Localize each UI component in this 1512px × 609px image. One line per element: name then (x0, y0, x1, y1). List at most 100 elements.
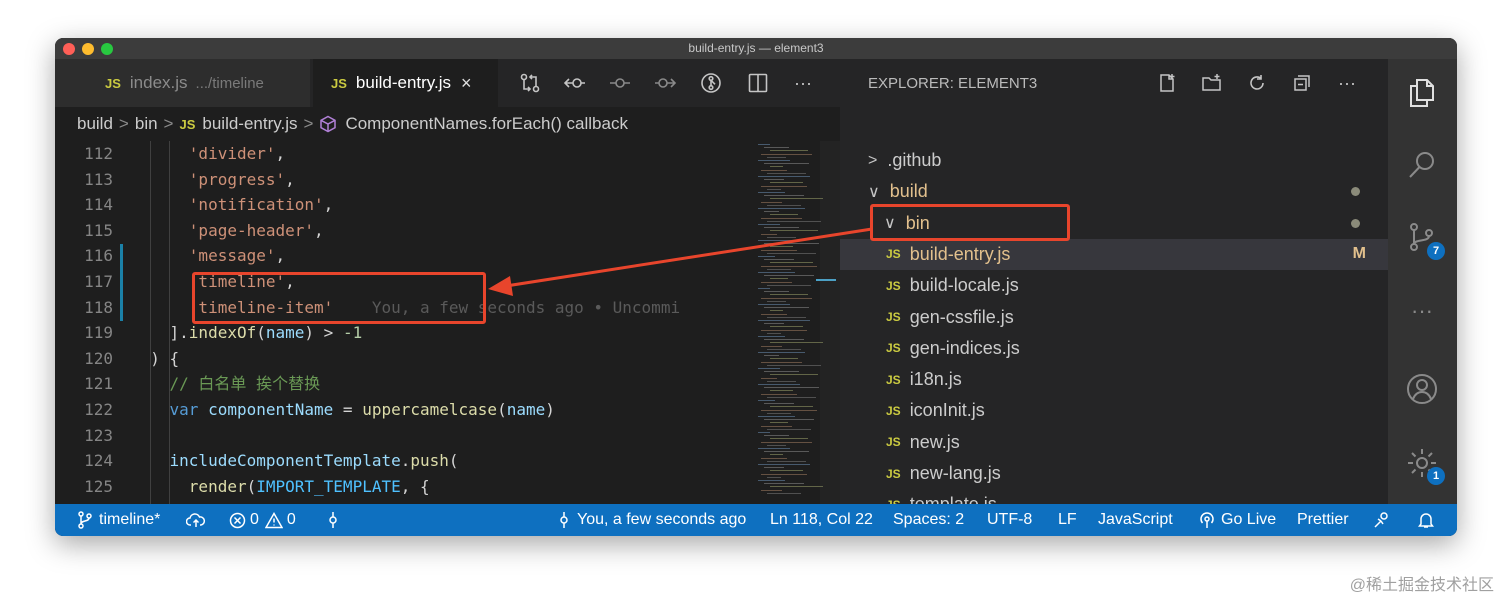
tree-file[interactable]: JS build-locale.js (840, 270, 1388, 301)
tree-folder[interactable]: ∨ build (840, 176, 1388, 207)
editor-scrollbar[interactable] (820, 141, 840, 504)
line-content: ) { (131, 346, 179, 372)
line-number: 123 (84, 425, 113, 445)
js-file-icon: JS (179, 116, 196, 132)
compare-changes-icon[interactable] (515, 59, 545, 107)
tree-item-label: .github (887, 150, 942, 170)
breadcrumb-item-bin[interactable]: bin (135, 114, 158, 134)
tab-close-icon[interactable]: × (461, 73, 472, 94)
problems-indicator[interactable]: 0 0 (229, 504, 296, 536)
language-mode[interactable]: JavaScript (1098, 504, 1173, 536)
minimap-line (761, 489, 782, 491)
breadcrumb-item-file[interactable]: build-entry.js (202, 114, 297, 134)
encoding[interactable]: UTF-8 (987, 504, 1032, 536)
more-actions-icon[interactable]: ··· (788, 59, 818, 107)
branch-indicator[interactable]: timeline* (77, 504, 160, 536)
minimap-line (761, 169, 787, 171)
more-icon[interactable]: ··· (1333, 69, 1361, 97)
account-icon[interactable] (1402, 369, 1442, 409)
code-highlight-box (192, 272, 486, 324)
code-line: 125 render(IMPORT_TEMPLATE, { (55, 474, 750, 500)
line-number: 124 (84, 451, 113, 471)
search-icon[interactable] (1402, 145, 1442, 185)
warning-icon (264, 511, 283, 528)
refresh-icon[interactable] (1243, 69, 1271, 97)
token-num: -1 (342, 323, 363, 343)
activity-bar: 7 ··· 1 (1388, 59, 1457, 504)
line-content: render(IMPORT_TEMPLATE, { (131, 474, 430, 500)
tree-file[interactable]: JS gen-indices.js (840, 333, 1388, 364)
minimap-line (770, 198, 823, 200)
tab-build-entry-js[interactable]: JS build-entry.js × (313, 59, 498, 107)
minimap-line (761, 249, 797, 251)
go-live-button[interactable]: Go Live (1198, 504, 1276, 536)
minimap-line (761, 281, 792, 283)
line-content: // 白名单 挨个替换 (131, 371, 321, 397)
minimap-line (758, 224, 780, 225)
line-ending[interactable]: LF (1058, 504, 1077, 536)
explorer-icon[interactable] (1402, 73, 1442, 113)
line-number: 113 (84, 169, 113, 189)
token-str: 'message' (188, 246, 276, 266)
tree-file[interactable]: JS i18n.js (840, 364, 1388, 395)
minimap-line (767, 444, 786, 446)
minimap-line (758, 160, 790, 161)
minimap-line (767, 252, 816, 254)
previous-change-icon[interactable] (560, 59, 590, 107)
commit-icon[interactable] (326, 504, 340, 536)
tree-file[interactable]: JS gen-cssfile.js (840, 302, 1388, 333)
new-folder-icon[interactable] (1198, 69, 1226, 97)
notifications-icon[interactable] (1417, 504, 1435, 536)
split-editor-icon[interactable] (743, 59, 773, 107)
line-content: includeComponentTemplate.push( (131, 448, 459, 474)
token-a: ) { (150, 348, 180, 368)
minimap-line (764, 147, 789, 149)
minimap-line (758, 432, 770, 433)
git-lens-icon[interactable] (696, 59, 726, 107)
symbol-cube-icon (319, 115, 337, 133)
next-change-icon[interactable] (650, 59, 680, 107)
token-kw: var (169, 400, 199, 419)
minimap-line (767, 412, 791, 414)
breadcrumb-item-symbol[interactable]: ComponentNames.forEach() callback (345, 114, 628, 134)
tree-item-label: new.js (909, 431, 960, 452)
prettier-indicator[interactable]: Prettier (1297, 504, 1349, 536)
minimap-line (761, 377, 777, 379)
minimap-line (764, 323, 784, 325)
minimap-line (761, 457, 787, 459)
token-e: , { (400, 476, 430, 496)
indentation[interactable]: Spaces: 2 (893, 504, 964, 536)
sync-icon[interactable] (186, 504, 206, 536)
minimap-line (758, 336, 785, 337)
minimap-line (764, 419, 814, 421)
new-file-icon[interactable] (1153, 69, 1181, 97)
js-file-icon: JS (886, 372, 901, 387)
line-number: 118 (84, 297, 113, 317)
minimap-line (758, 176, 810, 177)
tree-file[interactable]: JS new-lang.js (840, 458, 1388, 489)
feedback-icon[interactable] (1373, 504, 1391, 536)
tree-file[interactable]: JS build-entry.js M (840, 238, 1388, 270)
breadcrumb-item-build[interactable]: build (77, 114, 113, 134)
tree-file[interactable]: JS iconInit.js (840, 395, 1388, 426)
tree-file[interactable]: JS new.js (840, 427, 1388, 458)
minimap-line (767, 460, 806, 462)
token-ind (131, 477, 189, 496)
minimap-line (761, 345, 782, 347)
collapse-all-icon[interactable] (1288, 69, 1316, 97)
token-ind (131, 170, 189, 189)
tab-index-js[interactable]: JS index.js .../timeline (55, 59, 310, 107)
tab-description: .../timeline (195, 74, 264, 92)
token-ind (131, 374, 170, 393)
status-bar: timeline* 0 0 You, a few seconds ago Ln … (55, 504, 1457, 536)
minimap-line (767, 284, 811, 286)
minimap-line (764, 371, 799, 373)
commit-dot-icon[interactable] (605, 59, 635, 107)
breadcrumb-separator: > (118, 114, 129, 133)
settings-badge: 1 (1427, 467, 1445, 485)
minimap-line (764, 467, 784, 469)
more-icon[interactable]: ··· (1402, 291, 1442, 331)
tree-folder[interactable]: > .github (840, 145, 1388, 176)
cursor-position[interactable]: Ln 118, Col 22 (770, 504, 873, 536)
blame-indicator[interactable]: You, a few seconds ago (557, 504, 746, 536)
